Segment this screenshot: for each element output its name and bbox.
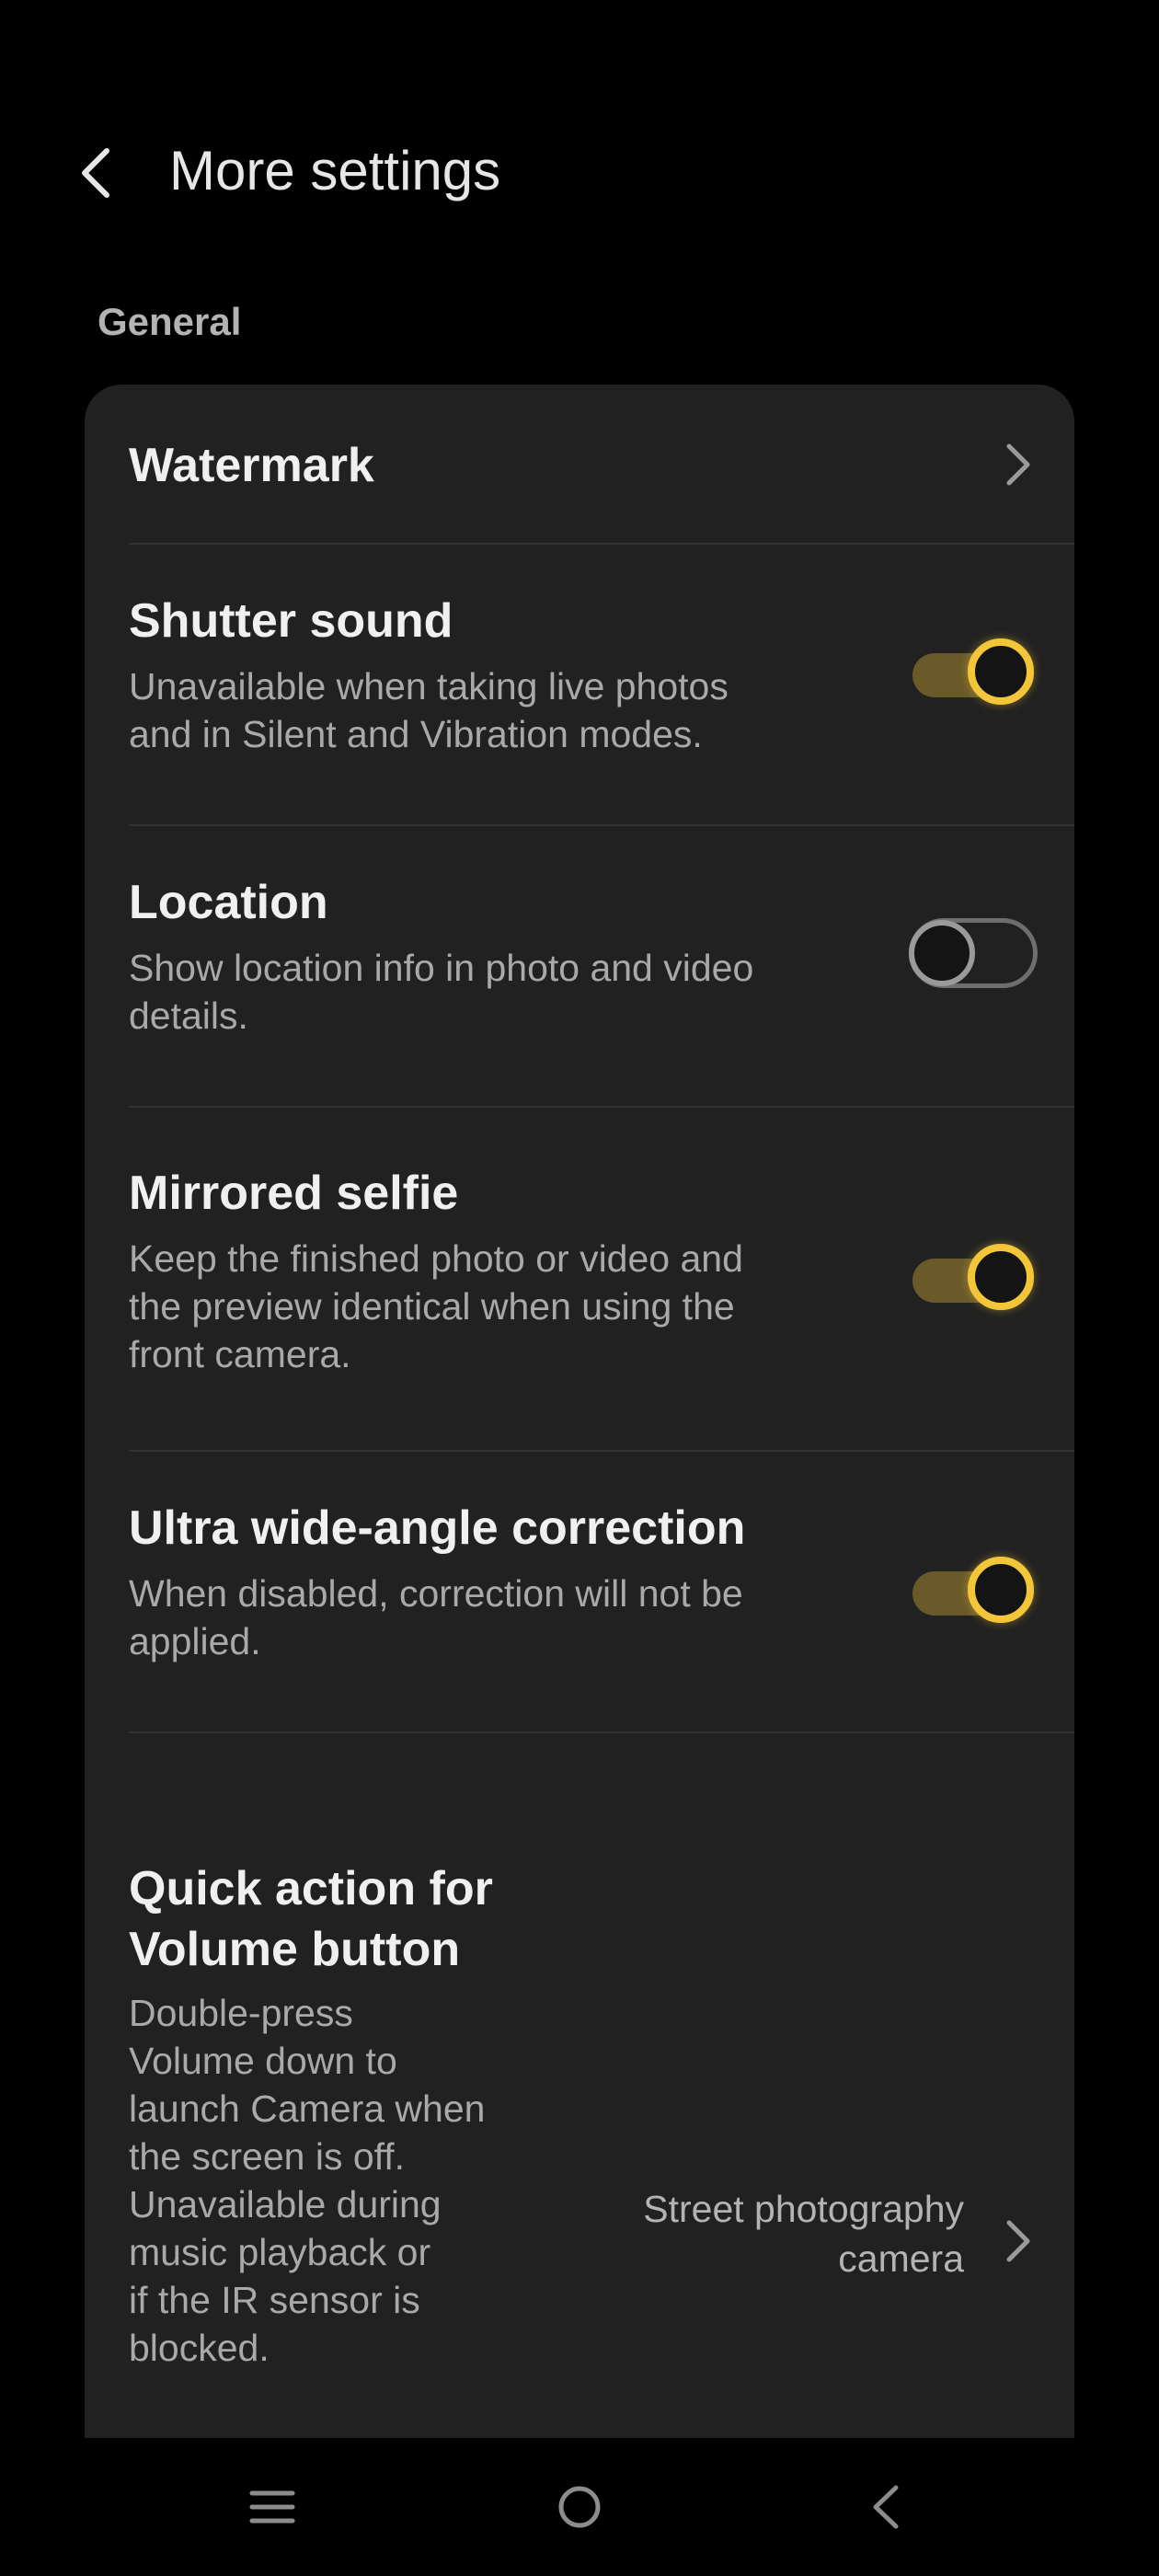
setting-subtitle: Double-press Volume down to launch Camer… bbox=[129, 1992, 486, 2369]
location-toggle[interactable] bbox=[909, 916, 1038, 990]
setting-location: Location Show location info in photo and… bbox=[85, 826, 1074, 1108]
setting-ultra-wide-correction: Ultra wide-angle correction When disable… bbox=[85, 1452, 1074, 1733]
nav-home-button[interactable] bbox=[524, 2466, 635, 2548]
back-button[interactable] bbox=[61, 127, 131, 219]
setting-subtitle: Unavailable when taking live photos and … bbox=[129, 665, 729, 755]
page-title: More settings bbox=[169, 140, 501, 201]
setting-subtitle: Keep the finished photo or video and the… bbox=[129, 1237, 743, 1375]
app-header: More settings bbox=[0, 0, 1159, 276]
menu-icon bbox=[249, 2490, 295, 2524]
chevron-right-icon bbox=[999, 2214, 1036, 2269]
quick-action-value: Street photography camera bbox=[643, 2188, 964, 2280]
setting-title: Ultra wide-angle correction bbox=[129, 1501, 746, 1555]
setting-shutter-sound: Shutter sound Unavailable when taking li… bbox=[85, 545, 1074, 826]
chevron-left-icon bbox=[82, 148, 109, 198]
setting-subtitle: When disabled, correction will not be ap… bbox=[129, 1572, 743, 1662]
toggle-knob bbox=[968, 638, 1034, 705]
section-label-general: General bbox=[98, 300, 242, 343]
shutter-sound-toggle[interactable] bbox=[909, 635, 1038, 708]
chevron-right-icon bbox=[999, 437, 1036, 492]
settings-card: Watermark Shutter sound Unavailable when… bbox=[85, 385, 1074, 2501]
setting-title: Location bbox=[129, 876, 328, 929]
setting-mirrored-selfie: Mirrored selfie Keep the finished photo … bbox=[85, 1108, 1074, 1452]
setting-title: Watermark bbox=[129, 439, 374, 492]
system-nav-bar bbox=[0, 2438, 1159, 2576]
mirrored-selfie-toggle[interactable] bbox=[909, 1240, 1038, 1314]
toggle-knob bbox=[968, 1244, 1034, 1310]
setting-subtitle: Show location info in photo and video de… bbox=[129, 947, 754, 1037]
setting-title: Mirrored selfie bbox=[129, 1167, 459, 1220]
toggle-knob bbox=[968, 1557, 1034, 1623]
nav-back-button[interactable] bbox=[830, 2466, 940, 2548]
toggle-knob bbox=[909, 920, 975, 986]
home-circle-icon bbox=[558, 2486, 601, 2528]
ultra-wide-correction-toggle[interactable] bbox=[909, 1553, 1038, 1627]
setting-title: Shutter sound bbox=[129, 594, 453, 648]
setting-watermark[interactable]: Watermark bbox=[85, 385, 1074, 545]
nav-menu-button[interactable] bbox=[217, 2466, 327, 2548]
back-triangle-icon bbox=[873, 2485, 899, 2529]
setting-quick-action-volume[interactable]: Quick action for Volume button Double-pr… bbox=[85, 1733, 1074, 2501]
setting-title: Quick action for Volume button bbox=[129, 1862, 493, 1976]
